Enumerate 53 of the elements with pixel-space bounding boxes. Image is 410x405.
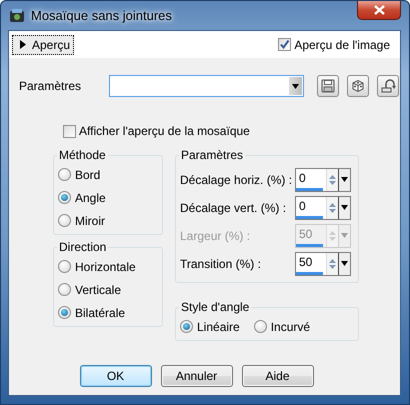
radio-label[interactable]: Verticale: [75, 282, 122, 296]
radio-button[interactable]: [58, 306, 71, 319]
radio-button[interactable]: [58, 260, 71, 273]
preview-toggle[interactable]: Aperçu: [12, 34, 74, 54]
checkbox[interactable]: [278, 38, 292, 51]
number-field[interactable]: 0: [295, 196, 351, 220]
radio-label[interactable]: Horizontale: [75, 260, 136, 274]
dialog-button[interactable]: OK: [80, 364, 152, 386]
field-label: Transition (%) :: [180, 256, 262, 270]
app-icon: [9, 8, 25, 22]
radio-label[interactable]: Miroir: [75, 214, 105, 228]
checkbox-label[interactable]: Aperçu de l'image: [294, 38, 390, 52]
save-preset-button[interactable]: [317, 75, 339, 97]
save-icon: [321, 79, 335, 93]
close-button[interactable]: [357, 1, 401, 20]
reset-button[interactable]: [377, 75, 399, 97]
group-title: Direction: [57, 240, 108, 254]
reset-icon: [380, 79, 396, 93]
dropdown-arrow-icon[interactable]: [341, 177, 348, 182]
dropdown-arrow-icon[interactable]: [341, 205, 348, 210]
dialog-button[interactable]: Annuler: [160, 364, 232, 386]
expand-arrow-icon: [18, 40, 26, 49]
dialog-button[interactable]: Aide: [242, 364, 314, 386]
radio-button[interactable]: [58, 214, 71, 227]
field-label: Décalage vert. (%) :: [180, 200, 288, 214]
radio-label[interactable]: Linéaire: [197, 320, 240, 334]
group-title: Méthode: [57, 148, 108, 162]
radio-label[interactable]: Bilatérale: [75, 306, 126, 320]
window-title: Mosaïque sans jointures: [31, 8, 172, 23]
spin-arrows-icon[interactable]: [329, 202, 336, 214]
group-title: Paramètres: [179, 148, 246, 162]
dice-icon: [351, 79, 365, 93]
radio-button[interactable]: [58, 283, 71, 296]
field-label: Largeur (%) :: [180, 228, 252, 242]
randomize-button[interactable]: [347, 75, 369, 97]
radio-button[interactable]: [180, 320, 193, 333]
presets-label: Paramètres: [19, 79, 82, 93]
number-field[interactable]: 0: [295, 168, 351, 192]
checkbox-label[interactable]: Afficher l'aperçu de la mosaïque: [79, 124, 250, 138]
checkbox[interactable]: [63, 124, 76, 138]
radio-label[interactable]: Angle: [75, 190, 106, 204]
number-field[interactable]: 50: [295, 252, 351, 276]
radio-button[interactable]: [254, 320, 267, 333]
spin-arrows-icon[interactable]: [329, 258, 336, 270]
radio-button[interactable]: [58, 191, 71, 204]
radio-button[interactable]: [58, 168, 71, 181]
close-icon: [374, 5, 384, 15]
radio-label[interactable]: Bord: [75, 168, 100, 182]
radio-label[interactable]: Incurvé: [270, 320, 310, 334]
spin-arrows-icon[interactable]: [329, 174, 336, 186]
field-label: Décalage horiz. (%) :: [180, 172, 294, 186]
dropdown-arrow-icon[interactable]: [341, 261, 348, 266]
group-title: Style d'angle: [179, 300, 252, 314]
